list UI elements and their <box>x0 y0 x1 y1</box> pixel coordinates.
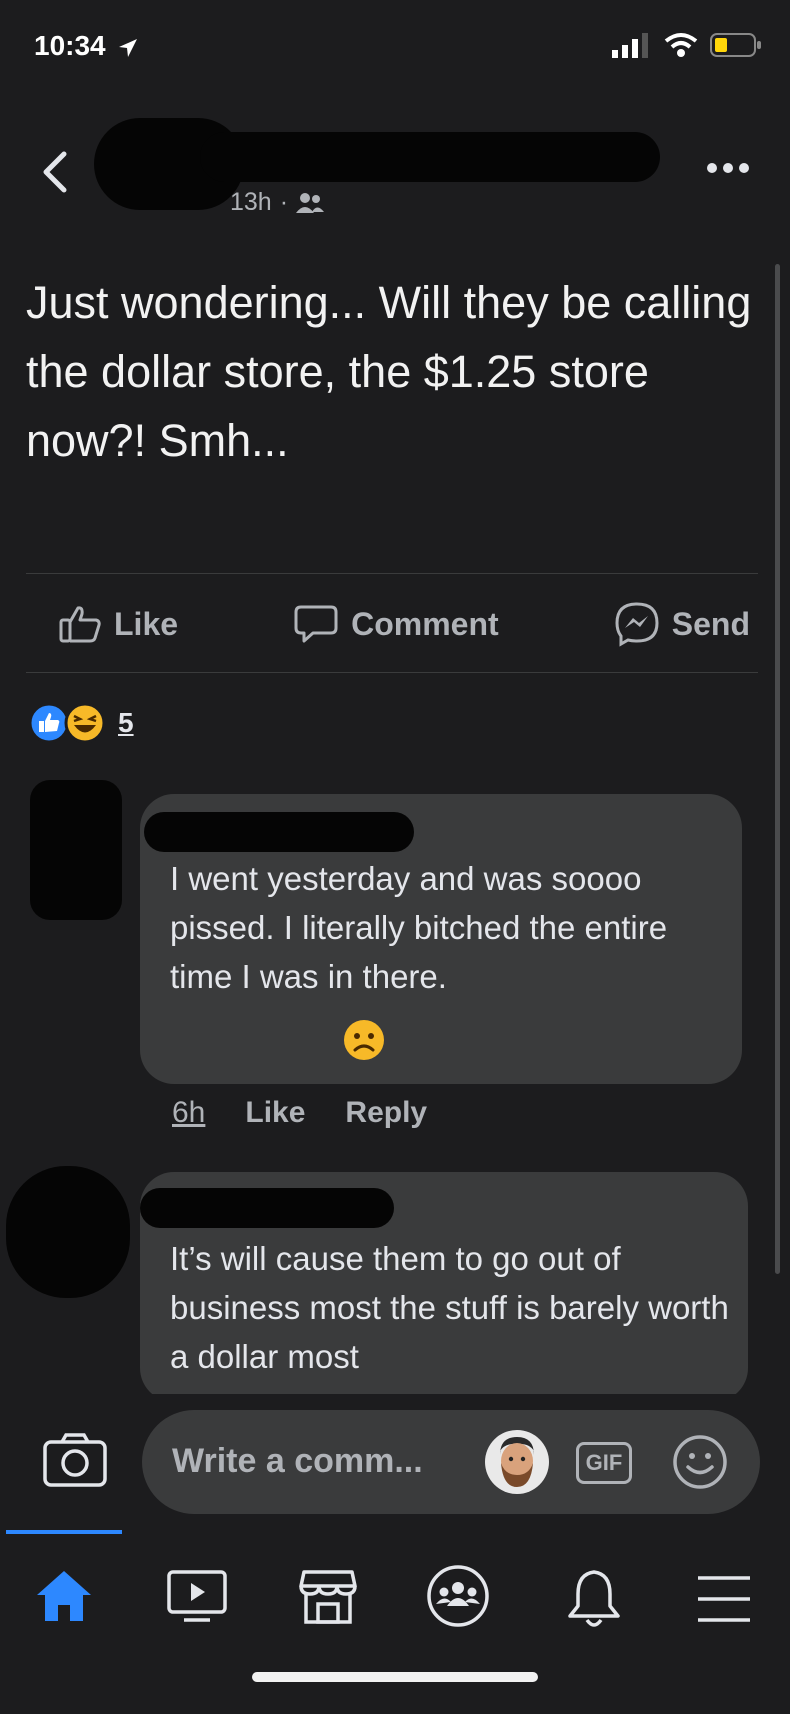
post-text: Just wondering... Will they be calling t… <box>26 277 752 466</box>
thumbs-up-icon <box>59 606 101 643</box>
post-header: 13h · <box>0 110 790 230</box>
scrollbar[interactable] <box>775 264 780 1274</box>
comment-actions: 6h Like Reply <box>172 1096 427 1130</box>
comment-like-button[interactable]: Like <box>245 1096 305 1130</box>
gif-label: GIF <box>585 1450 623 1475</box>
send-label: Send <box>671 605 750 642</box>
reaction-count: 5 <box>118 707 134 738</box>
comment-icon <box>294 605 338 643</box>
sad-emoji-icon <box>344 1020 384 1060</box>
comment-text: I went yesterday and was soooo pissed. I… <box>170 860 668 995</box>
friends-icon <box>296 192 325 213</box>
home-indicator[interactable] <box>252 1672 538 1682</box>
watch-icon[interactable] <box>166 1568 228 1624</box>
status-bar: 10:34 <box>0 0 790 100</box>
comment-label: Comment <box>351 605 499 642</box>
menu-icon[interactable] <box>696 1574 752 1624</box>
gif-button[interactable]: GIF <box>576 1442 632 1484</box>
more-icon[interactable] <box>706 162 750 174</box>
redacted-author-name <box>200 132 660 182</box>
redacted-commenter-name <box>144 812 414 852</box>
groups-icon[interactable] <box>426 1564 490 1628</box>
divider-bottom <box>26 672 758 673</box>
haha-reaction-icon <box>64 702 106 744</box>
status-indicators <box>612 32 762 58</box>
emoji-icon[interactable] <box>672 1434 728 1490</box>
comment-button[interactable]: Comment <box>293 603 499 645</box>
meta-separator: · <box>279 188 289 216</box>
post-meta: 13h · <box>230 188 325 217</box>
comment-text: It’s will cause them to go out of busine… <box>170 1240 729 1375</box>
camera-icon[interactable] <box>42 1432 108 1488</box>
marketplace-icon[interactable] <box>298 1568 358 1626</box>
location-arrow-icon <box>119 38 138 57</box>
active-tab-indicator <box>6 1530 122 1534</box>
comment-composer: Write a comm... GIF <box>0 1394 790 1518</box>
redacted-commenter-avatar <box>6 1166 130 1298</box>
status-time: 10:34 <box>34 30 139 62</box>
bottom-tab-bar <box>0 1530 790 1714</box>
notifications-icon[interactable] <box>566 1568 622 1630</box>
wifi-icon <box>664 33 698 57</box>
signal-icon <box>612 33 648 58</box>
comment-reply-button[interactable]: Reply <box>345 1096 427 1130</box>
reaction-summary[interactable]: 5 <box>28 702 134 744</box>
back-icon[interactable] <box>40 150 68 194</box>
messenger-icon <box>615 602 659 647</box>
battery-icon <box>710 33 761 57</box>
post-timestamp[interactable]: 13h <box>230 188 272 217</box>
comment-time[interactable]: 6h <box>172 1096 205 1130</box>
comment-input-placeholder: Write a comm... <box>172 1442 423 1480</box>
send-button[interactable]: Send <box>614 601 750 647</box>
home-icon[interactable] <box>34 1568 94 1624</box>
like-label: Like <box>114 605 179 642</box>
comment-input[interactable]: Write a comm... GIF <box>142 1410 760 1514</box>
redacted-commenter-avatar <box>30 780 122 920</box>
avatar-icon[interactable] <box>484 1429 550 1495</box>
clock-text: 10:34 <box>34 30 106 61</box>
post-action-bar: Like Comment Send <box>26 574 758 674</box>
redacted-commenter-name <box>140 1188 394 1228</box>
like-button[interactable]: Like <box>58 604 178 644</box>
